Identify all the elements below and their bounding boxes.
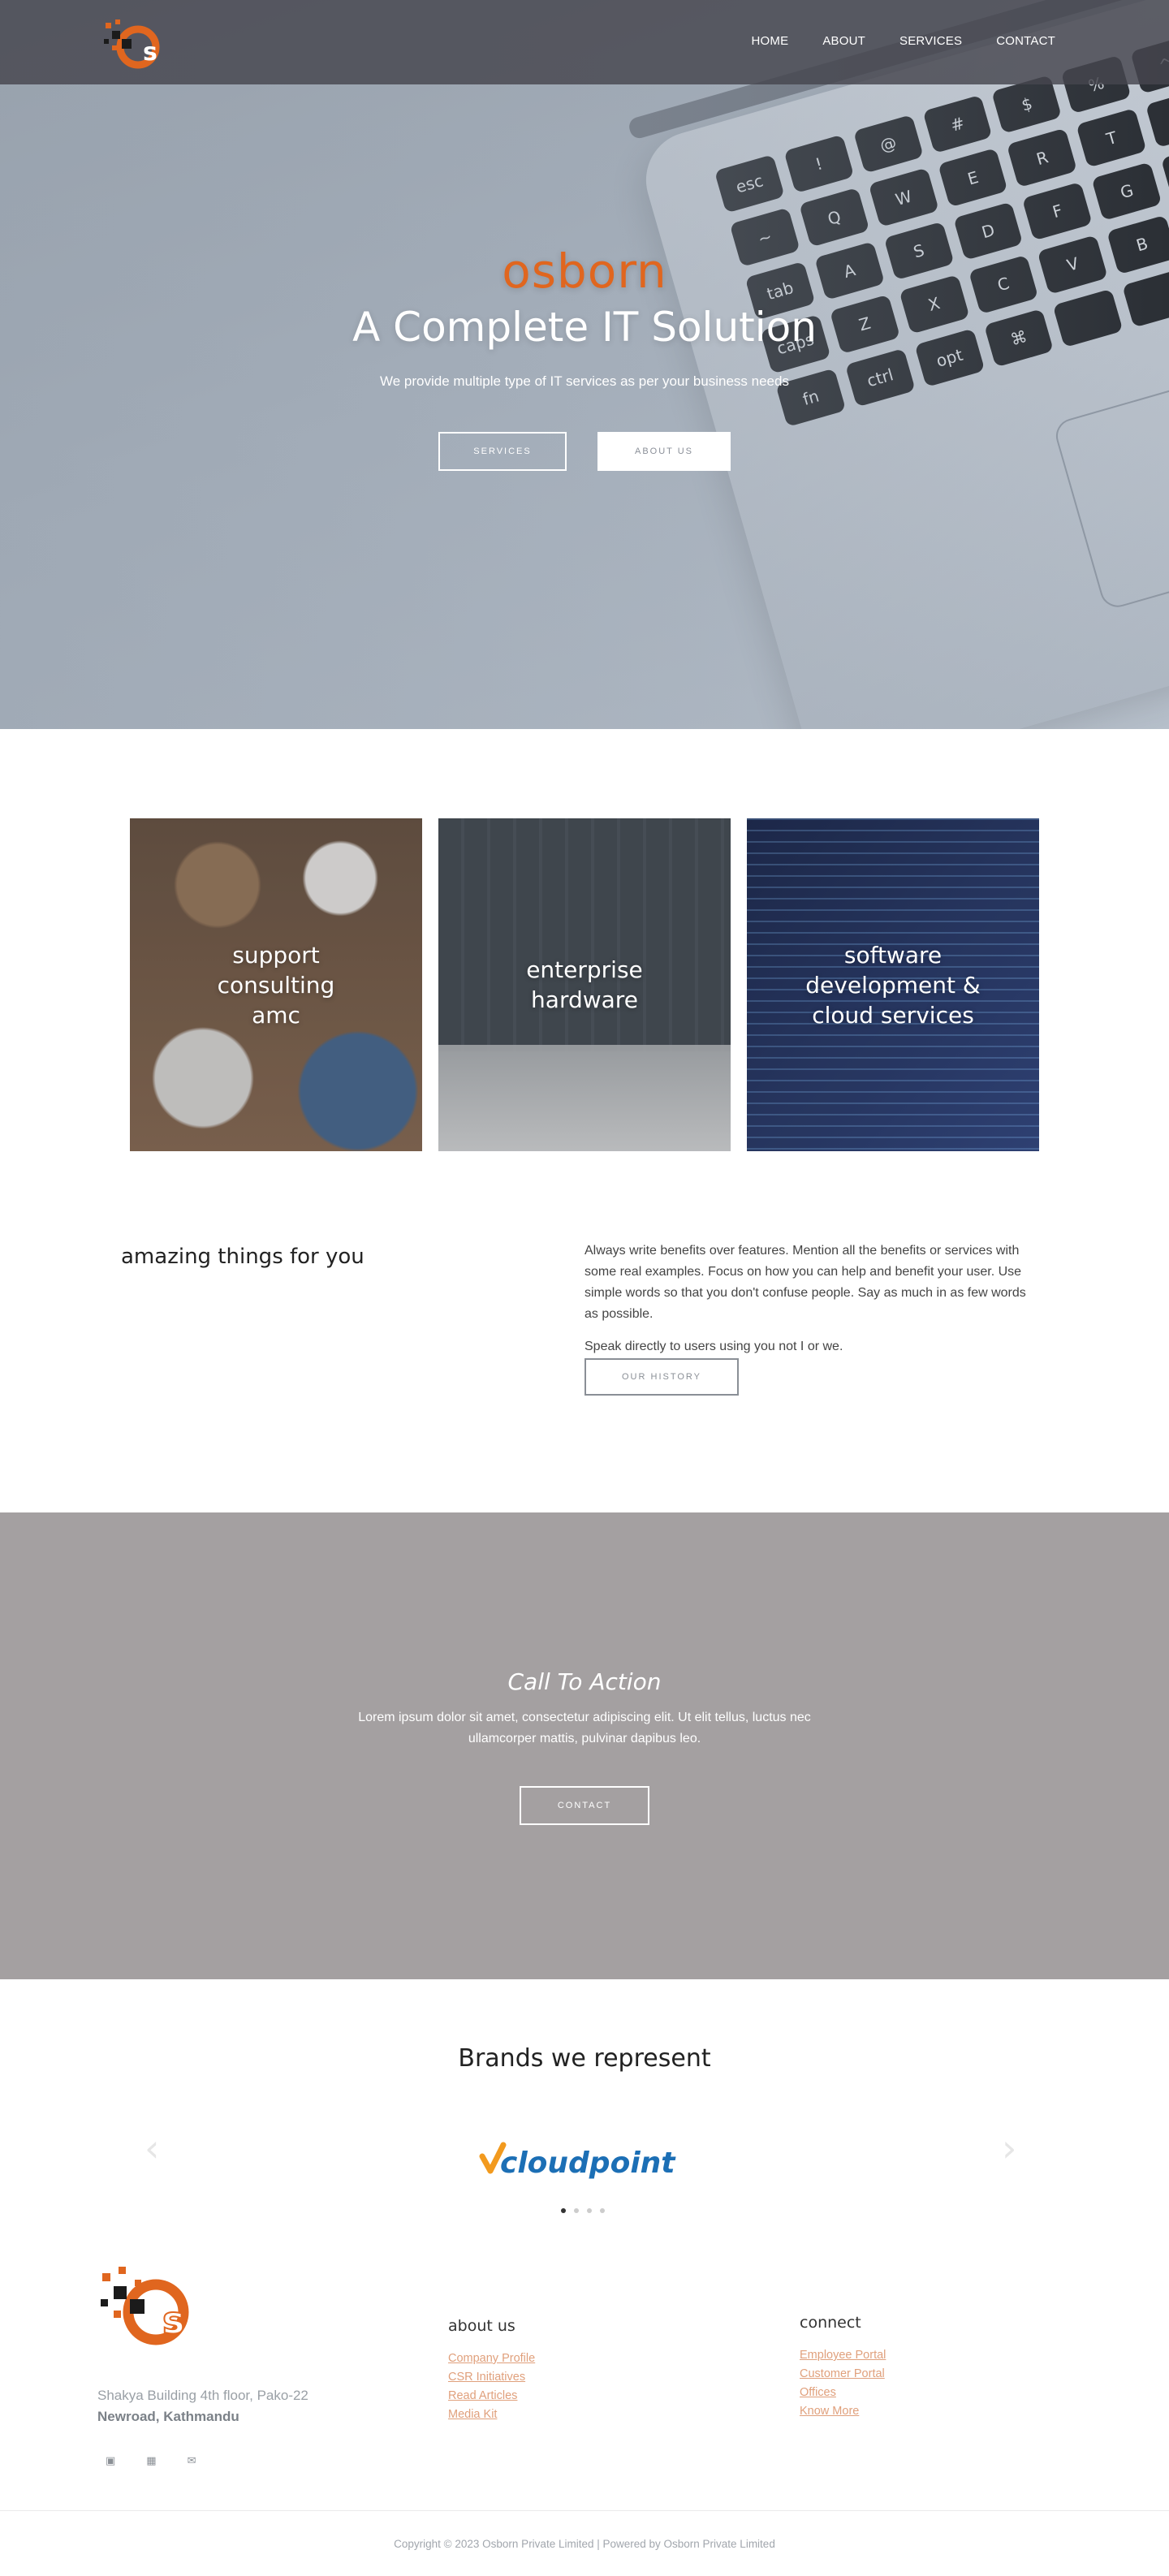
facebook-icon[interactable]: ▣ <box>106 2455 115 2467</box>
call-to-action-section: Call To Action Lorem ipsum dolor sit ame… <box>0 1512 1169 1979</box>
osborn-logo-icon: s <box>104 19 160 69</box>
carousel-dot[interactable] <box>600 2208 605 2213</box>
carousel-dot[interactable] <box>561 2208 566 2213</box>
footer-logo[interactable]: s <box>97 2263 198 2348</box>
linkedin-icon[interactable]: ▦ <box>146 2455 156 2467</box>
service-card-software[interactable]: software development & cloud services <box>747 818 1039 1151</box>
cta-text: Lorem ipsum dolor sit amet, consectetur … <box>358 1711 811 1745</box>
site-logo[interactable]: s <box>101 16 166 70</box>
services-button[interactable]: SERVICES <box>438 432 567 471</box>
carousel-dots <box>561 2208 605 2213</box>
svg-text:cloudpoint: cloudpoint <box>500 2147 676 2180</box>
cloudpoint-logo-icon: cloudpoint <box>479 2142 676 2180</box>
nav-home[interactable]: HOME <box>752 34 789 48</box>
social-links: ▣ ▦ ✉ <box>106 2455 196 2467</box>
email-icon[interactable]: ✉ <box>188 2455 196 2467</box>
service-card-label: support consulting amc <box>217 941 335 1029</box>
carousel-dot[interactable] <box>587 2208 592 2213</box>
hero-brand-name: osborn <box>502 244 667 299</box>
hero-subtitle: We provide multiple type of IT services … <box>380 373 789 389</box>
hero-content: osborn A Complete IT Solution We provide… <box>0 244 1169 471</box>
footer-link-offices[interactable]: Offices <box>800 2384 886 2402</box>
address-line-2: Newroad, Kathmandu <box>97 2409 239 2424</box>
osborn-logo-icon: s <box>101 2267 189 2345</box>
footer-divider <box>0 2510 1169 2511</box>
brands-title: Brands we represent <box>458 2044 711 2073</box>
service-card-label: software development & cloud services <box>805 941 981 1029</box>
footer-connect-title: connect <box>800 2314 861 2332</box>
hero-title: A Complete IT Solution <box>352 304 817 351</box>
copyright-text: Copyright © 2023 Osborn Private Limited … <box>394 2538 775 2550</box>
cta-title: Call To Action <box>507 1668 662 1695</box>
top-navigation-bar: s HOME ABOUT SERVICES CONTACT <box>0 0 1169 84</box>
service-card-label: enterprise hardware <box>526 956 643 1013</box>
contact-button[interactable]: CONTACT <box>520 1786 649 1825</box>
footer-link-employee-portal[interactable]: Employee Portal <box>800 2346 886 2365</box>
footer-link-csr-initiatives[interactable]: CSR Initiatives <box>448 2368 535 2387</box>
nav-about[interactable]: ABOUT <box>822 34 865 48</box>
footer-link-media-kit[interactable]: Media Kit <box>448 2406 535 2424</box>
amazing-text: Always write benefits over features. Men… <box>584 1241 1033 1357</box>
carousel-prev-icon[interactable]: ‹ <box>145 2129 159 2167</box>
hero-buttons: SERVICES ABOUT US <box>0 432 1169 471</box>
service-card-support[interactable]: support consulting amc <box>130 818 422 1151</box>
carousel-dot[interactable] <box>574 2208 579 2213</box>
amazing-title: amazing things for you <box>121 1245 365 1269</box>
footer-connect-column: connect Employee Portal Customer Portal … <box>800 2314 886 2421</box>
footer-link-company-profile[interactable]: Company Profile <box>448 2349 535 2368</box>
address-line-1: Shakya Building 4th floor, Pako-22 <box>97 2388 308 2403</box>
carousel-next-icon[interactable]: › <box>1002 2129 1016 2167</box>
footer-about-title: about us <box>448 2317 515 2335</box>
footer-link-customer-portal[interactable]: Customer Portal <box>800 2365 886 2384</box>
amazing-paragraph-1: Always write benefits over features. Men… <box>584 1244 1026 1321</box>
about-us-button[interactable]: ABOUT US <box>597 432 731 471</box>
nav-contact[interactable]: CONTACT <box>996 34 1055 48</box>
service-card-hardware[interactable]: enterprise hardware <box>438 818 731 1151</box>
hero-section: esc!@#$%^ ~QWERTY tabASDFGH capsZXCVBN f… <box>0 0 1169 729</box>
amazing-paragraph-2: Speak directly to users using you not I … <box>584 1340 843 1353</box>
footer: s Shakya Building 4th floor, Pako-22 New… <box>0 2255 1169 2511</box>
our-history-button[interactable]: OUR HISTORY <box>584 1358 739 1396</box>
service-cards-section: support consulting amc enterprise hardwa… <box>0 729 1169 1151</box>
svg-text:s: s <box>162 2298 184 2342</box>
svg-text:s: s <box>143 38 157 67</box>
cloudpoint-logo: cloudpoint <box>479 2140 690 2181</box>
footer-link-know-more[interactable]: Know More <box>800 2402 886 2421</box>
amazing-section: amazing things for you Always write bene… <box>0 1151 1169 1512</box>
nav-services[interactable]: SERVICES <box>899 34 962 48</box>
brands-section: Brands we represent ‹ cloudpoint › <box>0 1979 1169 2255</box>
main-nav: HOME ABOUT SERVICES CONTACT <box>752 34 1055 48</box>
footer-address: Shakya Building 4th floor, Pako-22 Newro… <box>97 2385 308 2427</box>
footer-link-read-articles[interactable]: Read Articles <box>448 2387 535 2406</box>
footer-about-column: about us Company Profile CSR Initiatives… <box>448 2317 535 2424</box>
